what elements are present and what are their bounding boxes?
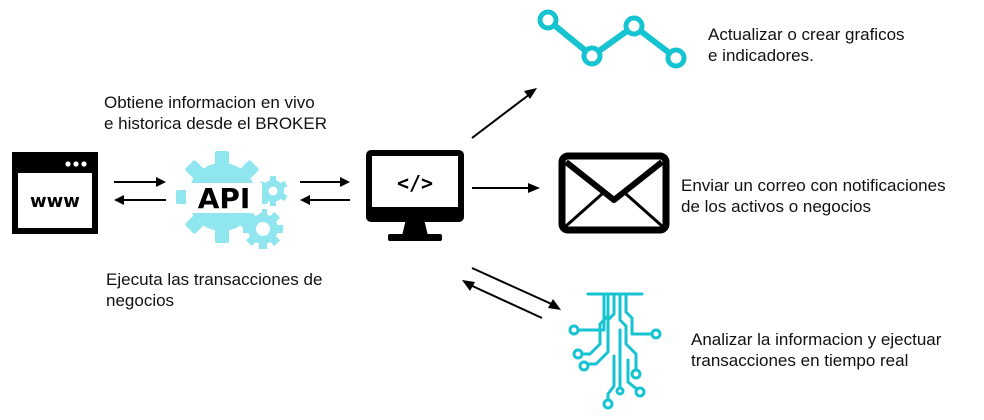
api-computer-arrows [298,176,352,206]
browser-www-text: www [30,191,80,212]
email-line2: de los activos o negocios [681,197,871,216]
circuit-icon [566,290,666,410]
browser-api-arrows [112,176,168,206]
code-monitor-icon: </> [366,150,464,246]
line-chart-icon [536,8,690,74]
email-line1: Enviar un correo con notificaciones [681,176,946,195]
api-gears-icon: API [172,151,290,251]
code-symbol-text: </> [397,171,433,195]
charts-label: Actualizar o crear graficos e indicadore… [708,24,905,66]
charts-line2: e indicadores. [708,46,814,65]
analyze-line1: Analizar la informacion y ejectuar [691,330,942,349]
arrow-to-chart [470,86,540,140]
analyze-label: Analizar la informacion y ejectuar trans… [691,329,941,371]
fetch-data-label: Obtiene informacion en vivo e historica … [104,92,327,134]
execute-trades-line1: Ejecuta las transacciones de [106,270,323,289]
fetch-data-line2: e historica desde el BROKER [104,114,327,133]
fetch-data-line1: Obtiene informacion en vivo [104,93,315,112]
execute-trades-label: Ejecuta las transacciones de negocios [106,269,322,311]
envelope-icon [558,152,670,234]
email-label: Enviar un correo con notificaciones de l… [681,175,946,217]
charts-line1: Actualizar o crear graficos [708,25,905,44]
arrow-to-mail [470,181,542,195]
execute-trades-line2: negocios [106,291,175,310]
analyze-line2: transacciones en tiempo real [691,351,909,370]
api-text: API [198,182,251,215]
arrows-computer-circuit [460,264,564,326]
browser-www-icon: www [12,152,98,234]
